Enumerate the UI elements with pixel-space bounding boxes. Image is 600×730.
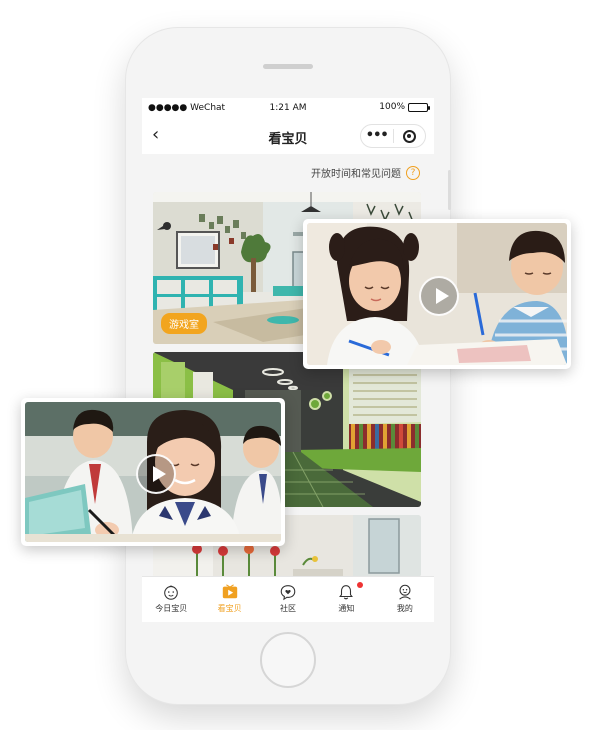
room-label: 游戏室 <box>161 313 207 334</box>
chat-heart-icon <box>280 585 296 601</box>
video-preview-classroom[interactable] <box>21 398 285 546</box>
play-button[interactable] <box>136 454 176 494</box>
tab-mine[interactable]: 我的 <box>376 577 434 622</box>
tab-today-baby[interactable]: 今日宝贝 <box>142 577 200 622</box>
close-target-icon[interactable] <box>393 129 425 143</box>
faq-link[interactable]: 开放时间和常见问题 ? <box>311 165 420 180</box>
play-button[interactable] <box>419 276 459 316</box>
profile-icon <box>399 584 411 600</box>
tab-community[interactable]: 社区 <box>259 577 317 622</box>
play-video-icon <box>222 584 237 599</box>
tab-label: 通知 <box>338 604 355 613</box>
stage: ●●●●● WeChat 1:21 AM 100% ‹ 看宝贝 ••• 开放时间… <box>0 0 600 730</box>
video-frame <box>25 402 281 542</box>
faq-label: 开放时间和常见问题 <box>311 169 401 180</box>
tab-watch-baby[interactable]: 看宝贝 <box>200 577 258 622</box>
tab-notifications[interactable]: 通知 <box>317 577 375 622</box>
battery-percent: 100% <box>379 102 405 112</box>
status-bar: ●●●●● WeChat 1:21 AM 100% <box>142 98 434 118</box>
battery-icon <box>408 102 430 112</box>
tab-label: 看宝贝 <box>217 604 242 613</box>
video-frame <box>307 223 567 365</box>
question-icon: ? <box>406 165 420 180</box>
phone-speaker <box>263 64 313 69</box>
phone-home-button[interactable] <box>260 632 316 688</box>
bell-icon <box>339 585 354 600</box>
tab-label: 社区 <box>280 604 297 613</box>
tab-label: 我的 <box>396 604 413 613</box>
more-dots-icon[interactable]: ••• <box>361 129 393 143</box>
video-preview-drawing[interactable] <box>303 219 571 369</box>
battery-indicator: 100% <box>379 102 430 112</box>
notification-badge <box>357 582 364 588</box>
phone-side-button <box>448 170 451 210</box>
tab-label: 今日宝贝 <box>155 604 188 613</box>
nav-bar: ‹ 看宝贝 ••• <box>142 118 434 154</box>
tab-bar: 今日宝贝 看宝贝 社区 通知 我的 <box>142 576 434 622</box>
mini-program-capsule: ••• <box>360 124 426 148</box>
baby-face-icon <box>164 585 179 600</box>
